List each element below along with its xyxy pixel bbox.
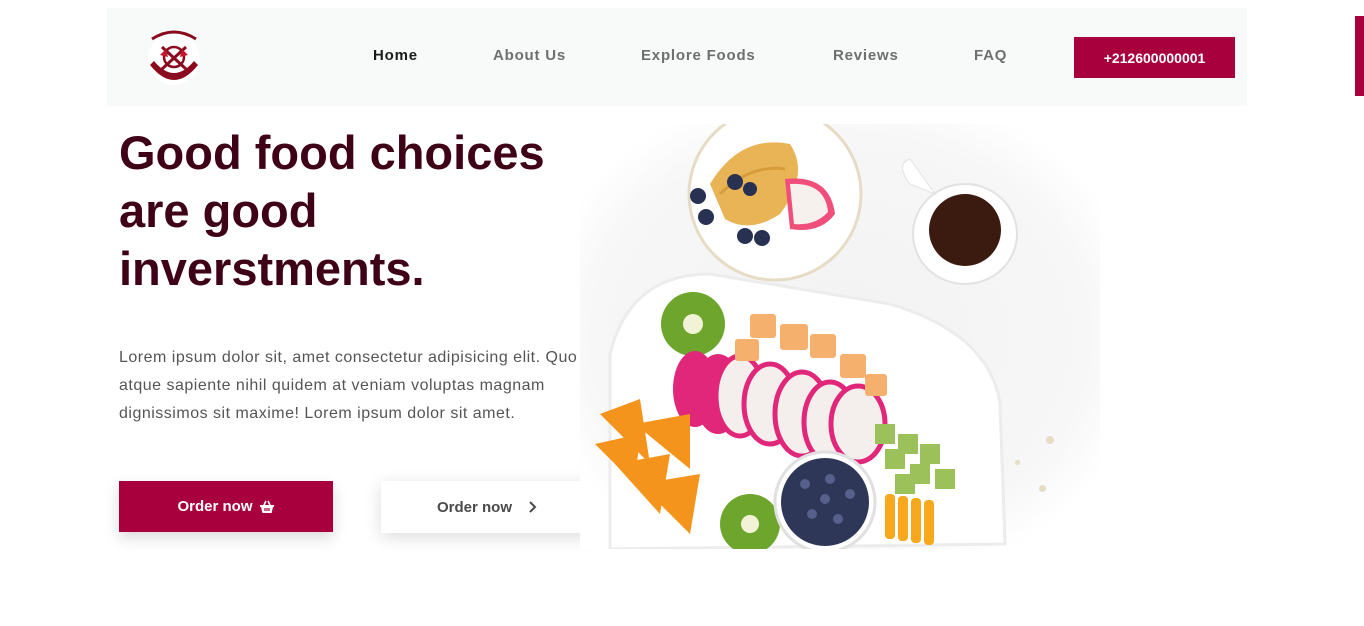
hero-description: Lorem ipsum dolor sit, amet consectetur … — [119, 349, 578, 422]
order-now-secondary-label: Order now — [436, 498, 512, 516]
hero-title-line-3: inverstments. — [119, 242, 425, 295]
chevron-right-icon — [529, 501, 537, 513]
nav-explore-foods[interactable]: Explore Foods — [641, 47, 756, 64]
basket-icon — [259, 500, 274, 513]
edge-accent-bar — [1355, 16, 1364, 96]
crumb-decoration — [1046, 436, 1054, 444]
fruit-platter-illustration — [580, 106, 1220, 554]
hero-title-line-1: Good food choices — [119, 126, 545, 179]
site-header: Home About Us Explore Foods Reviews FAQ … — [107, 8, 1247, 106]
hero-title: Good food choices are good inverstments. — [119, 124, 599, 298]
nav-about-us[interactable]: About Us — [493, 47, 566, 64]
crumb-decoration — [1015, 460, 1020, 465]
nav-faq[interactable]: FAQ — [974, 47, 1007, 64]
order-now-label: Order now — [177, 498, 253, 515]
crumb-decoration — [1039, 485, 1046, 492]
nav-home[interactable]: Home — [373, 47, 418, 64]
order-now-button[interactable]: Order now — [119, 481, 333, 532]
phone-button[interactable]: +212600000001 — [1074, 37, 1235, 78]
hero-title-line-2: are good — [119, 184, 318, 237]
logo-emblem-icon — [148, 30, 200, 85]
nav-reviews[interactable]: Reviews — [833, 47, 899, 64]
fruit-platter-image — [540, 106, 1220, 554]
brand-logo[interactable] — [142, 25, 206, 89]
